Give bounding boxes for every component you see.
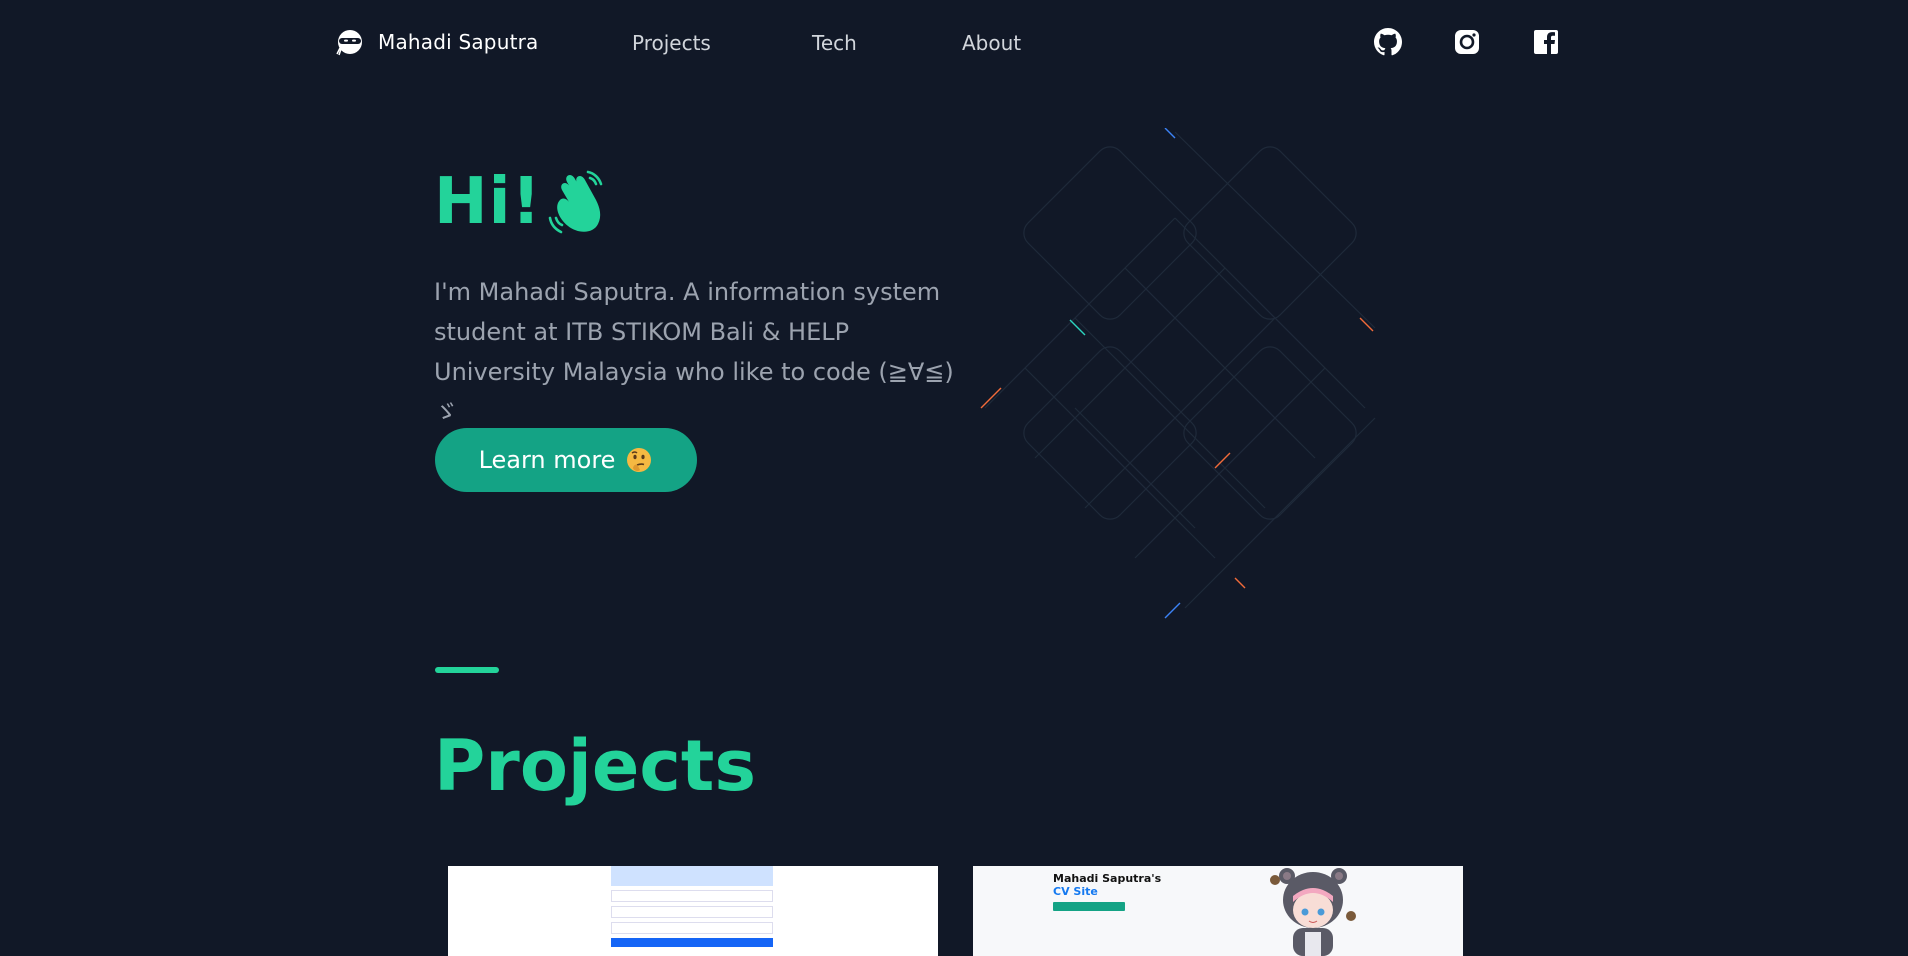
form-note: [611, 866, 773, 886]
facebook-link[interactable]: [1532, 28, 1560, 56]
waving-hand-icon: [548, 170, 603, 234]
nav-link-projects[interactable]: Projects: [632, 31, 711, 55]
form-field: [611, 922, 773, 934]
navbar: Mahadi Saputra Projects Tech About: [0, 0, 1908, 90]
instagram-icon: [1455, 30, 1479, 54]
projects-heading: Projects: [434, 725, 757, 807]
learn-more-button[interactable]: Learn more: [435, 428, 697, 492]
section-accent-bar: [435, 667, 499, 673]
decorative-grid-pattern: [980, 128, 1376, 619]
github-icon: [1374, 28, 1402, 56]
form-field: [611, 906, 773, 918]
learn-more-label: Learn more: [478, 446, 616, 474]
project-card-2[interactable]: Mahadi Saputra's CV Site: [973, 866, 1463, 956]
anime-character-image: [1270, 868, 1356, 956]
brand-name: Mahadi Saputra: [378, 30, 539, 54]
project-thumbnail-form: [611, 866, 773, 950]
cv-button: [1053, 902, 1125, 911]
cv-subtitle: CV Site: [1053, 885, 1098, 898]
project-card-1[interactable]: [448, 866, 938, 956]
form-submit: [611, 938, 773, 947]
thinking-face-icon: [627, 448, 652, 472]
cv-title: Mahadi Saputra's: [1053, 872, 1162, 885]
facebook-icon: [1534, 30, 1558, 54]
project-thumbnail-cv: Mahadi Saputra's CV Site: [1053, 872, 1173, 911]
hero-description: I'm Mahadi Saputra. A information system…: [434, 278, 954, 426]
github-link[interactable]: [1374, 28, 1402, 56]
nav-link-about[interactable]: About: [962, 31, 1021, 55]
form-field: [611, 890, 773, 902]
nav-link-tech[interactable]: Tech: [812, 31, 857, 55]
hero-title: Hi!: [434, 165, 542, 239]
ninja-logo-icon: [336, 30, 362, 56]
instagram-link[interactable]: [1453, 28, 1481, 56]
brand-link[interactable]: Mahadi Saputra: [336, 28, 539, 56]
